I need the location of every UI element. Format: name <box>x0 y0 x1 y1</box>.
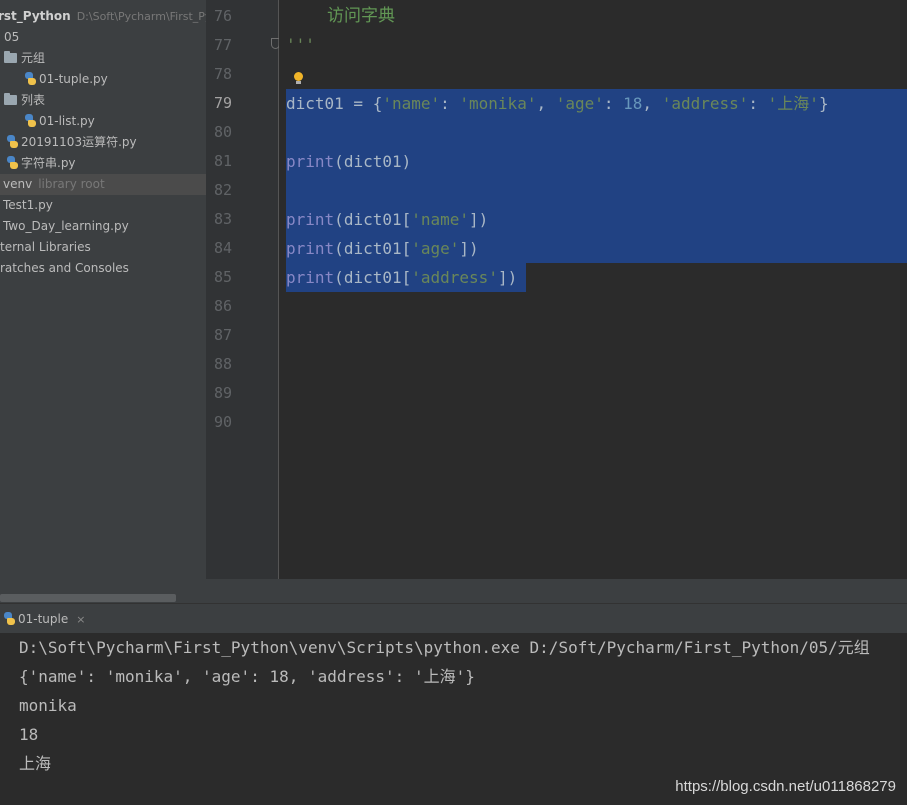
tree-file-operators[interactable]: 20191103运算符.py <box>0 132 206 153</box>
code-line-85: print(dict01['address']) <box>286 268 518 287</box>
line-number: 78 <box>213 65 232 83</box>
tree-label: ternal Libraries <box>0 240 91 254</box>
tree-label: 列表 <box>21 93 46 107</box>
tree-file-01-tuple[interactable]: 01-tuple.py <box>0 69 206 90</box>
line-number: 90 <box>213 413 232 431</box>
tree-folder-list[interactable]: 列表 <box>0 90 206 111</box>
line-number: 84 <box>213 239 232 257</box>
tree-file-strings[interactable]: 字符串.py <box>0 153 206 174</box>
tree-label: 01-list.py <box>39 114 95 128</box>
code-comment-line: 访问字典 <box>327 1 395 30</box>
console-output-line: 18 <box>19 725 39 744</box>
console-command-line: D:\Soft\Pycharm\First_Python\venv\Script… <box>19 638 870 657</box>
tree-label: venv <box>3 177 33 191</box>
watermark-text: https://blog.csdn.net/u011868279 <box>675 778 896 795</box>
line-number: 76 <box>213 7 232 25</box>
python-file-icon <box>6 156 18 169</box>
tree-label: 元组 <box>21 51 46 65</box>
tree-folder-tuple[interactable]: 元组 <box>0 48 206 69</box>
tree-file-two-day-learning[interactable]: Two_Day_learning.py <box>0 216 206 237</box>
tree-folder-05[interactable]: 05 <box>0 27 206 48</box>
tree-label: 01-tuple.py <box>39 72 108 86</box>
line-number: 82 <box>213 181 232 199</box>
line-number-current: 79 <box>213 94 232 112</box>
tree-label: 05 <box>4 30 20 44</box>
tree-file-test1[interactable]: Test1.py <box>0 195 206 216</box>
line-number: 86 <box>213 297 232 315</box>
run-tab[interactable]: 01-tuple × <box>0 604 85 634</box>
editor-bottom-bar <box>206 579 907 603</box>
python-file-icon <box>6 135 18 148</box>
console-output-line: 上海 <box>19 754 52 773</box>
tree-label: 字符串.py <box>21 156 76 170</box>
intention-bulb-icon[interactable] <box>294 72 303 84</box>
folder-icon <box>4 51 17 63</box>
line-number: 77 <box>213 36 232 54</box>
sidebar-horizontal-scrollbar[interactable] <box>0 594 176 602</box>
run-tab-label: 01-tuple <box>18 612 69 626</box>
tree-folder-venv[interactable]: venv library root <box>0 174 206 195</box>
code-line-83: print(dict01['name']) <box>286 210 489 229</box>
code-line-84: print(dict01['age']) <box>286 239 479 258</box>
line-number: 80 <box>213 123 232 141</box>
project-root-row[interactable]: rst_Python D:\Soft\Pycharm\First_Py <box>0 6 206 27</box>
console-output-line: monika <box>19 696 77 715</box>
project-path: D:\Soft\Pycharm\First_Py <box>76 10 206 23</box>
code-line-79: dict01 = {'name': 'monika', 'age': 18, '… <box>286 94 829 113</box>
code-editor[interactable]: 访问字典 ''' dict01 = {'name': 'monika', 'ag… <box>279 0 907 579</box>
project-name: rst_Python <box>0 9 71 23</box>
tree-label: Test1.py <box>3 198 53 212</box>
line-number: 88 <box>213 355 232 373</box>
tree-label: Two_Day_learning.py <box>3 219 129 233</box>
python-run-icon <box>3 612 15 625</box>
code-line-81: print(dict01) <box>286 152 412 171</box>
python-file-icon <box>24 114 36 127</box>
tree-label: ratches and Consoles <box>0 261 129 275</box>
line-number: 85 <box>213 268 232 286</box>
line-number: 81 <box>213 152 232 170</box>
tree-external-libraries[interactable]: ternal Libraries <box>0 237 206 258</box>
tree-scratches-consoles[interactable]: ratches and Consoles <box>0 258 206 279</box>
code-docstring-end: ''' <box>286 35 315 54</box>
line-number: 89 <box>213 384 232 402</box>
editor-gutter: 76 77 78 79 80 81 82 83 84 85 86 87 88 8… <box>206 0 280 579</box>
folder-icon <box>4 93 17 105</box>
line-number: 87 <box>213 326 232 344</box>
run-console[interactable]: D:\Soft\Pycharm\First_Python\venv\Script… <box>0 633 907 805</box>
python-file-icon <box>24 72 36 85</box>
project-tool-window: rst_Python D:\Soft\Pycharm\First_Py 05 元组… <box>0 0 206 603</box>
close-icon[interactable]: × <box>76 613 85 626</box>
library-root-hint: library root <box>38 177 105 191</box>
console-output-line: {'name': 'monika', 'age': 18, 'address':… <box>19 667 475 686</box>
tree-file-01-list[interactable]: 01-list.py <box>0 111 206 132</box>
line-number: 83 <box>213 210 232 228</box>
comment-text: 访问字典 <box>327 6 395 26</box>
run-tool-window-header: 01-tuple × <box>0 603 907 634</box>
tree-label: 20191103运算符.py <box>21 135 137 149</box>
